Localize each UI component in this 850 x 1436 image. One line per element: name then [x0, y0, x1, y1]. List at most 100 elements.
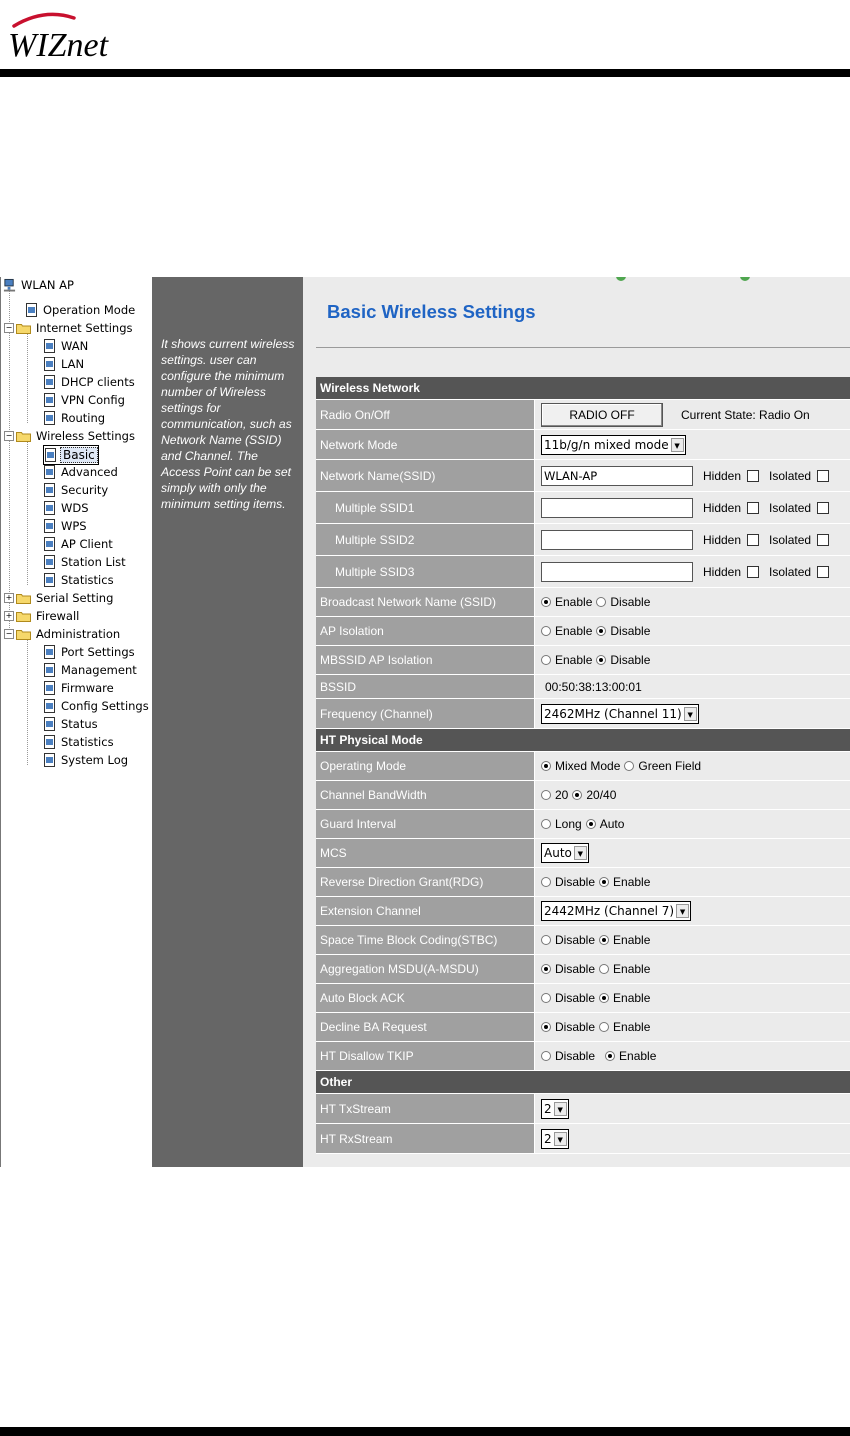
- tree-item-ap-client[interactable]: AP Client: [43, 535, 115, 553]
- isolated-checkbox[interactable]: Isolated: [769, 469, 830, 483]
- ssid-input[interactable]: WLAN-AP: [541, 465, 693, 486]
- rdg-disable-radio[interactable]: Disable: [541, 875, 595, 889]
- tree-item-dhcp-clients[interactable]: DHCP clients: [43, 373, 137, 391]
- row-label: Channel BandWidth: [316, 781, 535, 809]
- expand-icon[interactable]: +: [4, 593, 14, 603]
- stbc-disable-radio[interactable]: Disable: [541, 933, 595, 947]
- mbssid-disable-radio[interactable]: Disable: [596, 653, 650, 667]
- ap-isolation-enable-radio[interactable]: Enable: [541, 624, 592, 638]
- mssid3-input[interactable]: [541, 561, 693, 582]
- checkbox-icon: [817, 565, 830, 578]
- help-panel: It shows current wireless settings. user…: [152, 277, 303, 1167]
- tree-item-security[interactable]: Security: [43, 481, 110, 499]
- tree-item-wireless-settings[interactable]: − Wireless Settings: [4, 427, 137, 445]
- stbc-enable-radio[interactable]: Enable: [599, 933, 650, 947]
- mssid1-input[interactable]: [541, 497, 693, 518]
- row-stbc: Space Time Block Coding(STBC) Disable En…: [316, 926, 850, 955]
- decline-ba-disable-radio[interactable]: Disable: [541, 1020, 595, 1034]
- broadcast-enable-radio[interactable]: Enable: [541, 595, 592, 609]
- isolated-checkbox[interactable]: Isolated: [769, 533, 830, 547]
- auto-ba-disable-radio[interactable]: Disable: [541, 991, 595, 1005]
- page-icon: [44, 465, 55, 479]
- row-amsdu: Aggregation MSDU(A-MSDU) Disable Enable: [316, 955, 850, 984]
- page-icon: [26, 303, 37, 317]
- decline-ba-enable-radio[interactable]: Enable: [599, 1020, 650, 1034]
- extension-channel-select[interactable]: 2442MHz (Channel 7) ▼: [541, 901, 692, 921]
- hidden-checkbox[interactable]: Hidden: [703, 501, 760, 515]
- decor-dot: [616, 277, 626, 281]
- tree-item-status[interactable]: Status: [43, 715, 100, 733]
- collapse-icon[interactable]: −: [4, 323, 14, 333]
- page-icon: [44, 681, 55, 695]
- tree-item-operation-mode[interactable]: Operation Mode: [25, 301, 137, 319]
- tree-item-routing[interactable]: Routing: [43, 409, 107, 427]
- tree-item-vpn-config[interactable]: VPN Config: [43, 391, 127, 409]
- radio-icon: [541, 877, 551, 887]
- dropdown-arrow-icon: ▼: [553, 1131, 567, 1146]
- tree-item-advanced[interactable]: Advanced: [43, 463, 120, 481]
- tree-item-firmware[interactable]: Firmware: [43, 679, 116, 697]
- tkip-disable-radio[interactable]: Disable: [541, 1049, 595, 1063]
- tkip-enable-radio[interactable]: Enable: [605, 1049, 656, 1063]
- radio-icon: [599, 1022, 610, 1032]
- tree-item-admin-statistics[interactable]: Statistics: [43, 733, 116, 751]
- isolated-checkbox[interactable]: Isolated: [769, 565, 830, 579]
- help-text: It shows current wireless settings. user…: [161, 337, 295, 511]
- mssid2-input[interactable]: [541, 529, 693, 550]
- guard-auto-radio[interactable]: Auto: [585, 817, 624, 831]
- auto-ba-enable-radio[interactable]: Enable: [599, 991, 650, 1005]
- hidden-checkbox[interactable]: Hidden: [703, 565, 760, 579]
- hidden-checkbox[interactable]: Hidden: [703, 469, 760, 483]
- page-icon: [45, 448, 56, 462]
- collapse-icon[interactable]: −: [4, 431, 14, 441]
- title-divider: [316, 347, 850, 348]
- expand-icon[interactable]: +: [4, 611, 14, 621]
- tree-item-administration[interactable]: − Administration: [4, 625, 122, 643]
- tx-stream-select[interactable]: 2 ▼: [541, 1098, 569, 1119]
- row-operating-mode: Operating Mode Mixed Mode Green Field: [316, 752, 850, 781]
- hidden-checkbox[interactable]: Hidden: [703, 533, 760, 547]
- mixed-mode-radio[interactable]: Mixed Mode: [541, 759, 620, 773]
- green-field-radio[interactable]: Green Field: [624, 759, 701, 773]
- page-icon: [44, 645, 55, 659]
- amsdu-enable-radio[interactable]: Enable: [599, 962, 650, 976]
- tree-item-config-settings[interactable]: Config Settings: [43, 697, 151, 715]
- network-mode-select[interactable]: 11b/g/n mixed mode ▼: [541, 434, 686, 455]
- tree-item-firewall[interactable]: + Firewall: [4, 607, 81, 625]
- bw-20-radio[interactable]: 20: [541, 788, 568, 802]
- row-label: Network Name(SSID): [316, 460, 535, 491]
- ap-isolation-disable-radio[interactable]: Disable: [596, 624, 650, 638]
- tree-item-internet-settings[interactable]: − Internet Settings: [4, 319, 135, 337]
- tree-item-serial-setting[interactable]: + Serial Setting: [4, 589, 115, 607]
- radio-off-button[interactable]: RADIO OFF: [541, 402, 663, 427]
- row-auto-ba: Auto Block ACK Disable Enable: [316, 984, 850, 1013]
- radio-icon: [541, 790, 551, 800]
- mbssid-enable-radio[interactable]: Enable: [541, 653, 592, 667]
- amsdu-disable-radio[interactable]: Disable: [541, 962, 595, 976]
- row-label: AP Isolation: [316, 617, 535, 645]
- tree-item-management[interactable]: Management: [43, 661, 139, 679]
- tree-item-station-list[interactable]: Station List: [43, 553, 128, 571]
- tree-item-system-log[interactable]: System Log: [43, 751, 130, 769]
- folder-open-icon: [16, 323, 31, 334]
- rx-stream-select[interactable]: 2 ▼: [541, 1128, 569, 1149]
- row-label: Reverse Direction Grant(RDG): [316, 868, 535, 896]
- tree-item-wds[interactable]: WDS: [43, 499, 91, 517]
- tree-item-port-settings[interactable]: Port Settings: [43, 643, 137, 661]
- rdg-enable-radio[interactable]: Enable: [599, 875, 650, 889]
- tree-item-statistics[interactable]: Statistics: [43, 571, 116, 589]
- tree-item-wan[interactable]: WAN: [43, 337, 90, 355]
- mcs-select[interactable]: Auto ▼: [541, 843, 589, 863]
- tree-item-wps[interactable]: WPS: [43, 517, 89, 535]
- isolated-checkbox[interactable]: Isolated: [769, 501, 830, 515]
- row-label: Radio On/Off: [316, 400, 535, 429]
- collapse-icon[interactable]: −: [4, 629, 14, 639]
- folder-icon: [16, 593, 31, 604]
- broadcast-disable-radio[interactable]: Disable: [596, 595, 650, 609]
- tree-item-lan[interactable]: LAN: [43, 355, 86, 373]
- frequency-select[interactable]: 2462MHz (Channel 11) ▼: [541, 703, 699, 724]
- tree-root[interactable]: WLAN AP: [3, 277, 76, 294]
- tree-item-basic[interactable]: Basic: [43, 445, 99, 465]
- guard-long-radio[interactable]: Long: [541, 817, 582, 831]
- bw-20-40-radio[interactable]: 20/40: [572, 788, 616, 802]
